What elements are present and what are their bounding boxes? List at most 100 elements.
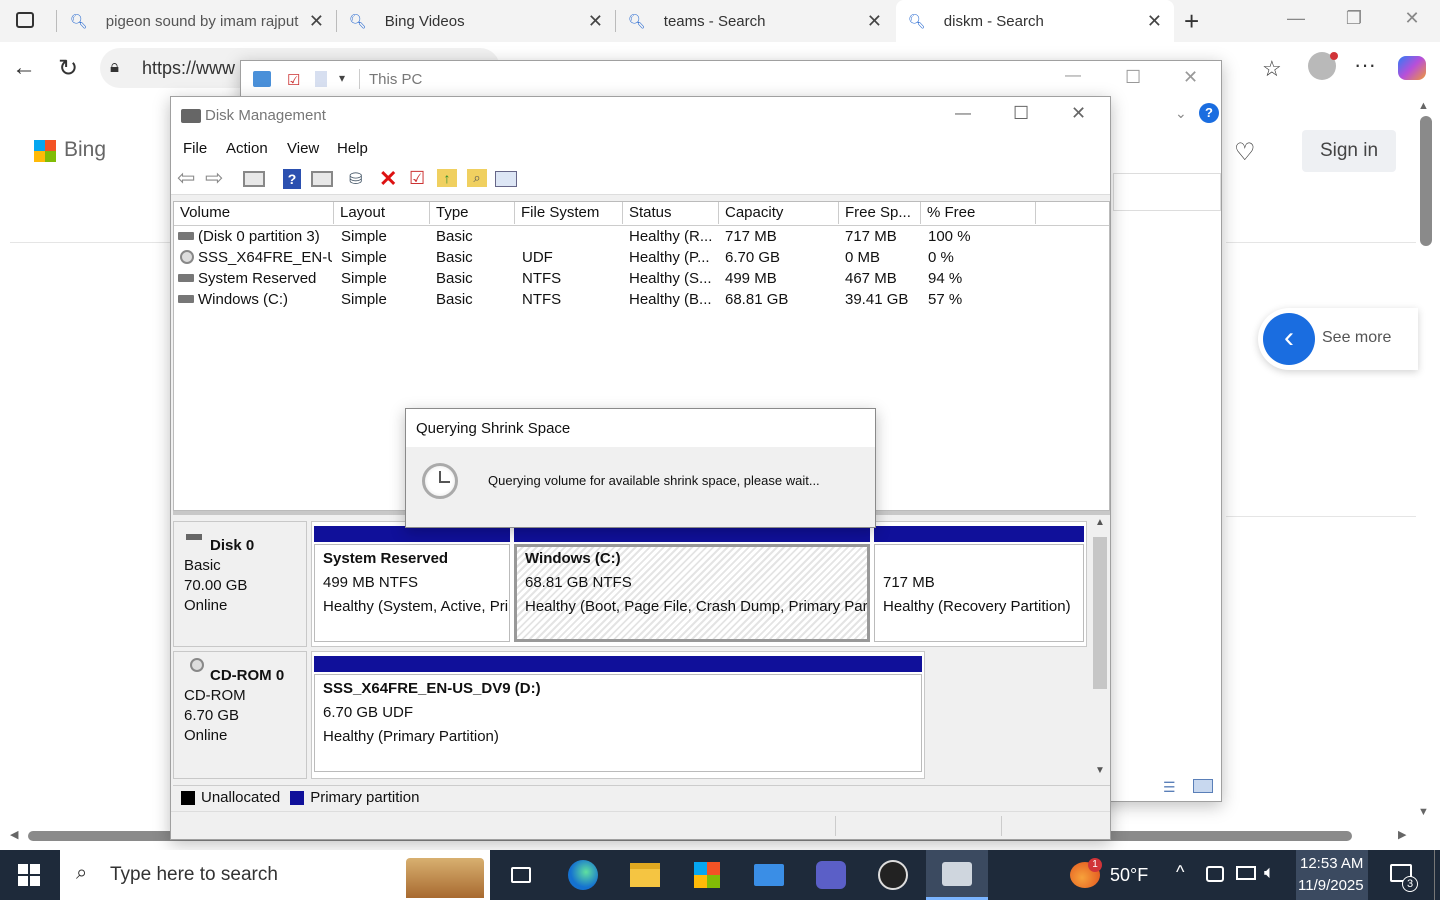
- column-capacity[interactable]: Capacity: [719, 202, 839, 224]
- scroll-down-icon[interactable]: ▼: [1095, 765, 1105, 776]
- close-tab-icon[interactable]: ✕: [1147, 11, 1162, 32]
- obs-icon[interactable]: [862, 850, 924, 900]
- cd-icon: [180, 250, 194, 264]
- table-row[interactable]: (Disk 0 partition 3) Simple Basic Health…: [174, 228, 1109, 249]
- edge-icon[interactable]: [552, 850, 614, 900]
- clock[interactable]: 12:53 AM 11/9/2025: [1296, 850, 1368, 900]
- table-row[interactable]: Windows (C:) Simple Basic NTFS Healthy (…: [174, 291, 1109, 312]
- minimize-icon[interactable]: —: [1276, 8, 1316, 29]
- help-icon[interactable]: ?: [1199, 103, 1219, 123]
- cdrom-0-info[interactable]: CD-ROM 0 CD-ROM 6.70 GB Online: [173, 651, 307, 779]
- settings-panel-icon[interactable]: [495, 171, 517, 187]
- minimize-icon[interactable]: —: [955, 105, 971, 123]
- menu-action[interactable]: Action: [226, 140, 268, 157]
- table-row[interactable]: SSS_X64FRE_EN-U... Simple Basic UDF Heal…: [174, 249, 1109, 270]
- favorites-icon[interactable]: ☆: [1262, 56, 1282, 82]
- folder-search-icon[interactable]: ⌕: [467, 169, 487, 187]
- windows-start-icon[interactable]: [18, 864, 40, 886]
- menu-file[interactable]: File: [183, 140, 207, 157]
- more-icon[interactable]: ···: [1354, 52, 1376, 78]
- partition-cdrom-d[interactable]: SSS_X64FRE_EN-US_DV9 (D:) 6.70 GB UDF He…: [314, 656, 922, 774]
- volume-icon[interactable]: 🔈︎: [1264, 862, 1275, 883]
- column-file-system[interactable]: File System: [515, 202, 623, 224]
- show-desktop-button[interactable]: [1434, 850, 1440, 900]
- tab-pigeon-sound[interactable]: 🔍︎ pigeon sound by imam rajput ✕: [58, 0, 336, 42]
- back-icon[interactable]: ⇦: [177, 165, 195, 191]
- table-row[interactable]: System Reserved Simple Basic NTFS Health…: [174, 270, 1109, 291]
- tab-bing-videos[interactable]: 🔍︎ Bing Videos ✕: [337, 0, 615, 42]
- tab-teams-search[interactable]: 🔍︎ teams - Search ✕: [616, 0, 894, 42]
- menu-view[interactable]: View: [287, 140, 319, 157]
- close-tab-icon[interactable]: ✕: [867, 11, 882, 32]
- chevron-left-icon[interactable]: ‹: [1263, 313, 1315, 365]
- bing-logo-text[interactable]: Bing: [64, 138, 106, 162]
- cell-free-space: 0 MB: [845, 249, 881, 266]
- new-tab-icon[interactable]: +: [1184, 6, 1199, 37]
- connect-disk-icon[interactable]: ⛁: [349, 169, 362, 189]
- column-layout[interactable]: Layout: [334, 202, 430, 224]
- chevron-up-icon[interactable]: ^: [1176, 862, 1184, 883]
- chevron-down-icon[interactable]: ⌄: [1175, 105, 1187, 122]
- disk-management-taskbar-icon[interactable]: [926, 850, 988, 900]
- address-text: https://www: [142, 58, 236, 78]
- refresh-icon[interactable]: ↻: [58, 54, 78, 83]
- show-hide-console-tree-icon[interactable]: [243, 171, 265, 187]
- details-view-icon[interactable]: ☰: [1163, 779, 1176, 796]
- scroll-left-icon[interactable]: ◀: [10, 828, 18, 841]
- column-type[interactable]: Type: [430, 202, 515, 224]
- mail-icon[interactable]: [738, 850, 800, 900]
- help-icon[interactable]: ?: [283, 169, 301, 189]
- close-tab-icon[interactable]: ✕: [309, 11, 324, 32]
- search-box[interactable]: [1113, 173, 1221, 211]
- task-view-icon[interactable]: [490, 850, 552, 900]
- restore-icon[interactable]: ❐: [1334, 8, 1374, 29]
- show-action-pane-icon[interactable]: [311, 171, 333, 187]
- meet-now-icon[interactable]: [1206, 866, 1224, 882]
- rewards-icon[interactable]: ♡: [1234, 138, 1256, 167]
- forward-icon[interactable]: ⇨: [205, 165, 223, 191]
- scroll-up-icon[interactable]: ▲: [1095, 517, 1105, 528]
- close-icon[interactable]: ✕: [1183, 67, 1198, 88]
- column-free-space[interactable]: Free Sp...: [839, 202, 921, 224]
- vertical-scrollbar-thumb[interactable]: [1420, 116, 1432, 246]
- teams-icon[interactable]: [800, 850, 862, 900]
- large-icons-view-icon[interactable]: [1193, 779, 1213, 793]
- tab-diskm-search[interactable]: 🔍︎ diskm - Search ✕: [896, 0, 1174, 42]
- disk-0-info[interactable]: Disk 0 Basic 70.00 GB Online: [173, 521, 307, 647]
- properties-icon[interactable]: ☑: [409, 168, 425, 189]
- scroll-up-icon[interactable]: ▲: [1418, 100, 1429, 112]
- weather-temp[interactable]: 50°F: [1110, 865, 1148, 886]
- column-percent-free[interactable]: % Free: [921, 202, 1036, 224]
- sign-in-button[interactable]: Sign in: [1302, 130, 1396, 172]
- network-icon[interactable]: [1236, 866, 1256, 880]
- menu-help[interactable]: Help: [337, 140, 368, 157]
- close-tab-icon[interactable]: ✕: [588, 11, 603, 32]
- customize-quick-access-icon[interactable]: ▾: [339, 71, 345, 85]
- close-icon[interactable]: ✕: [1392, 8, 1432, 29]
- see-more-panel[interactable]: ‹ See more: [1258, 308, 1418, 370]
- partition-windows-c[interactable]: Windows (C:) 68.81 GB NTFS Healthy (Boot…: [514, 526, 870, 642]
- close-icon[interactable]: ✕: [1071, 103, 1086, 124]
- back-icon[interactable]: ←: [12, 54, 36, 82]
- partition-recovery[interactable]: 717 MB Healthy (Recovery Partition): [874, 526, 1084, 642]
- scroll-down-icon[interactable]: ▼: [1418, 806, 1429, 818]
- column-volume[interactable]: Volume: [174, 202, 334, 224]
- delete-icon[interactable]: ✕: [379, 166, 397, 192]
- cell-status: Healthy (S...: [629, 270, 712, 287]
- new-folder-icon[interactable]: [315, 71, 327, 87]
- partition-system-reserved[interactable]: System Reserved 499 MB NTFS Healthy (Sys…: [314, 526, 510, 642]
- taskbar-search-box[interactable]: ⌕ Type here to search: [60, 850, 490, 900]
- folder-up-icon[interactable]: ↑: [437, 169, 457, 187]
- minimize-icon[interactable]: —: [1065, 67, 1081, 85]
- scrollbar-thumb[interactable]: [1093, 537, 1107, 689]
- maximize-icon[interactable]: ☐: [1125, 67, 1141, 88]
- copilot-icon[interactable]: [1398, 56, 1426, 80]
- vertical-scrollbar[interactable]: ▲ ▼: [1091, 517, 1109, 781]
- maximize-icon[interactable]: ☐: [1013, 103, 1029, 124]
- tab-actions-icon[interactable]: [16, 12, 34, 28]
- microsoft-store-icon[interactable]: [676, 850, 738, 900]
- scroll-right-icon[interactable]: ▶: [1398, 828, 1406, 841]
- properties-icon[interactable]: ☑: [287, 71, 300, 89]
- file-explorer-icon[interactable]: [614, 850, 676, 900]
- column-status[interactable]: Status: [623, 202, 719, 224]
